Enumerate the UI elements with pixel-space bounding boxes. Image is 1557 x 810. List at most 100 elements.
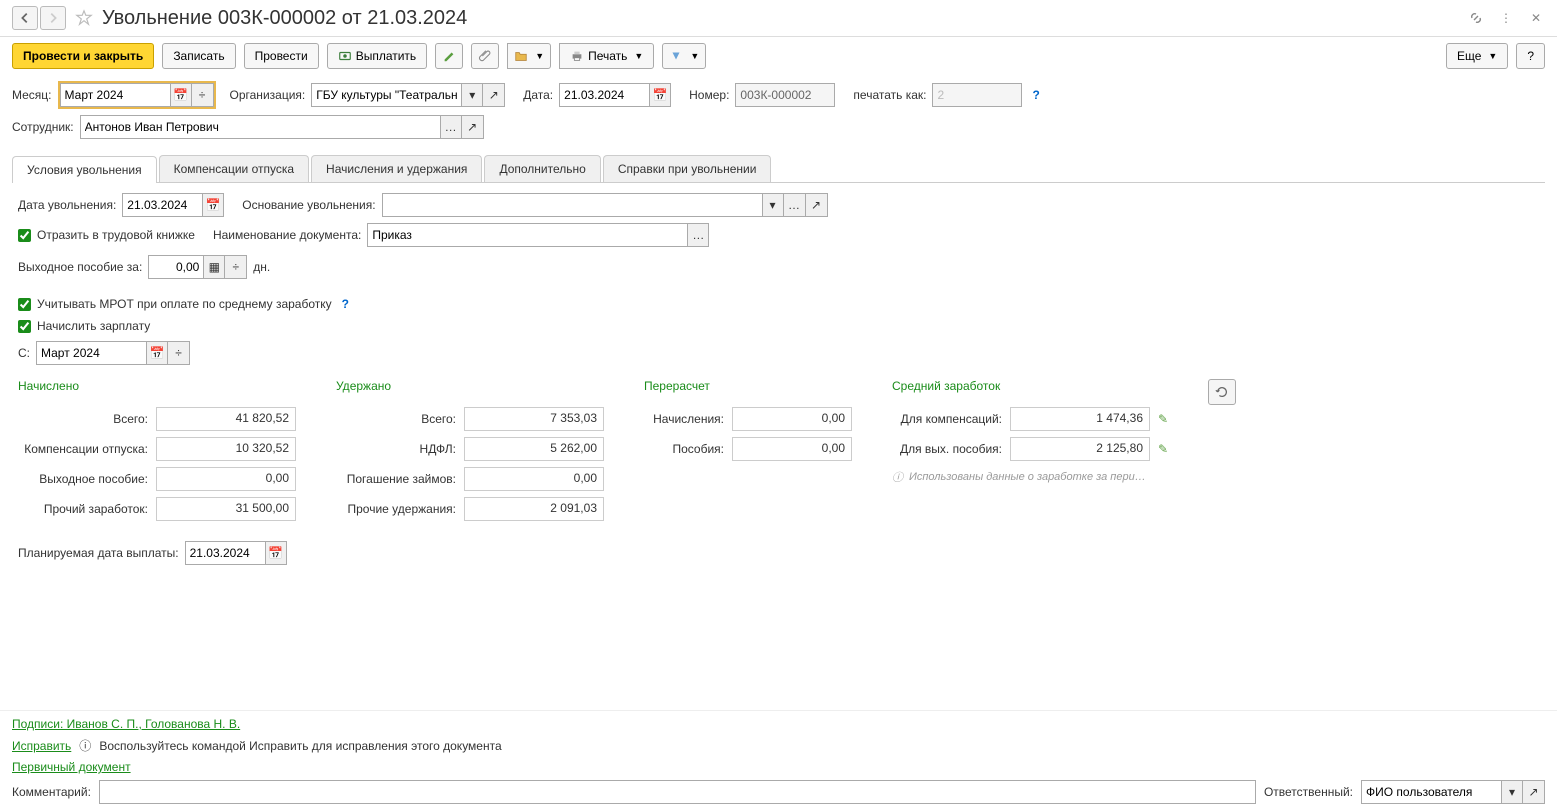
calc-icon[interactable]: ▦ bbox=[203, 255, 225, 279]
workbook-label: Отразить в трудовой книжке bbox=[37, 228, 195, 242]
comment-input[interactable] bbox=[99, 780, 1256, 804]
withheld-title: Удержано bbox=[336, 379, 604, 393]
help-button[interactable]: ? bbox=[1516, 43, 1545, 69]
number-input bbox=[735, 83, 835, 107]
dismissal-date-input[interactable] bbox=[122, 193, 202, 217]
signatures-link[interactable]: Подписи: Иванов С. П., Голованова Н. В. bbox=[12, 717, 240, 731]
info-icon: ⓘ bbox=[892, 469, 903, 485]
dismissal-date-label: Дата увольнения: bbox=[18, 198, 116, 212]
save-button[interactable]: Записать bbox=[162, 43, 235, 69]
open-icon[interactable]: ↗ bbox=[806, 193, 828, 217]
nav-forward-button[interactable] bbox=[40, 6, 66, 30]
calendar-icon[interactable]: 📅 bbox=[146, 341, 168, 365]
tab-conditions[interactable]: Условия увольнения bbox=[12, 156, 157, 183]
salary-checkbox[interactable] bbox=[18, 320, 31, 333]
recalc-section: Перерасчет Начисления:0,00 Пособия:0,00 bbox=[644, 379, 852, 467]
tabs: Условия увольнения Компенсации отпуска Н… bbox=[12, 155, 1545, 183]
org-input[interactable] bbox=[311, 83, 461, 107]
severance-input[interactable] bbox=[148, 255, 203, 279]
from-label: С: bbox=[18, 346, 30, 360]
close-icon[interactable]: ✕ bbox=[1527, 9, 1545, 27]
attach-icon-button[interactable] bbox=[471, 43, 499, 69]
calendar-icon[interactable]: 📅 bbox=[649, 83, 671, 107]
favorite-star-icon[interactable] bbox=[74, 8, 94, 28]
accrued-vacation[interactable]: 10 320,52 bbox=[156, 437, 296, 461]
tab-content: Дата увольнения: 📅 Основание увольнения:… bbox=[0, 183, 1557, 710]
withheld-other[interactable]: 2 091,03 bbox=[464, 497, 604, 521]
date-label: Дата: bbox=[523, 88, 553, 102]
print-as-input[interactable] bbox=[932, 83, 1022, 107]
employee-input[interactable] bbox=[80, 115, 440, 139]
spinner-icon[interactable]: ÷ bbox=[225, 255, 247, 279]
tab-vacation-comp[interactable]: Компенсации отпуска bbox=[159, 155, 309, 182]
withheld-total[interactable]: 7 353,03 bbox=[464, 407, 604, 431]
average-title: Средний заработок bbox=[892, 379, 1168, 393]
post-button[interactable]: Провести bbox=[244, 43, 319, 69]
pay-button[interactable]: Выплатить bbox=[327, 43, 428, 69]
withheld-loans[interactable]: 0,00 bbox=[464, 467, 604, 491]
action-icon-button[interactable]: ▼ bbox=[662, 43, 706, 69]
open-icon[interactable]: ↗ bbox=[483, 83, 505, 107]
ellipsis-icon[interactable]: … bbox=[440, 115, 462, 139]
open-icon[interactable]: ↗ bbox=[462, 115, 484, 139]
dropdown-icon[interactable]: ▾ bbox=[461, 83, 483, 107]
refresh-button[interactable] bbox=[1208, 379, 1236, 405]
ellipsis-icon[interactable]: … bbox=[687, 223, 709, 247]
month-input[interactable] bbox=[60, 83, 170, 107]
folder-icon-button[interactable]: ▼ bbox=[507, 43, 551, 69]
recalc-accruals[interactable]: 0,00 bbox=[732, 407, 852, 431]
more-button[interactable]: Еще▼ bbox=[1446, 43, 1508, 69]
edit-green-icon-button[interactable] bbox=[435, 43, 463, 69]
dismissal-reason-input[interactable] bbox=[382, 193, 762, 217]
nav-back-button[interactable] bbox=[12, 6, 38, 30]
help-icon[interactable]: ? bbox=[1032, 88, 1039, 102]
average-sev[interactable]: 2 125,80 bbox=[1010, 437, 1150, 461]
calendar-icon[interactable]: 📅 bbox=[170, 83, 192, 107]
accrued-total[interactable]: 41 820,52 bbox=[156, 407, 296, 431]
calendar-icon[interactable]: 📅 bbox=[202, 193, 224, 217]
doc-name-label: Наименование документа: bbox=[213, 228, 361, 242]
org-label: Организация: bbox=[230, 88, 306, 102]
accrued-other[interactable]: 31 500,00 bbox=[156, 497, 296, 521]
info-text: Использованы данные о заработке за пери… bbox=[909, 471, 1146, 483]
recalc-benefits[interactable]: 0,00 bbox=[732, 437, 852, 461]
tab-additional[interactable]: Дополнительно bbox=[484, 155, 600, 182]
primary-doc-link[interactable]: Первичный документ bbox=[12, 760, 131, 774]
help-icon[interactable]: ? bbox=[342, 297, 349, 311]
link-icon[interactable] bbox=[1467, 9, 1485, 27]
withheld-section: Удержано Всего:7 353,03 НДФЛ:5 262,00 По… bbox=[336, 379, 604, 527]
accrued-severance[interactable]: 0,00 bbox=[156, 467, 296, 491]
average-comp[interactable]: 1 474,36 bbox=[1010, 407, 1150, 431]
pencil-icon[interactable]: ✎ bbox=[1158, 412, 1168, 426]
from-input[interactable] bbox=[36, 341, 146, 365]
fix-link[interactable]: Исправить bbox=[12, 739, 71, 753]
employee-label: Сотрудник: bbox=[12, 120, 74, 134]
salary-label: Начислить зарплату bbox=[37, 319, 150, 333]
workbook-checkbox[interactable] bbox=[18, 229, 31, 242]
dropdown-icon[interactable]: ▾ bbox=[762, 193, 784, 217]
withheld-ndfl[interactable]: 5 262,00 bbox=[464, 437, 604, 461]
dropdown-icon[interactable]: ▾ bbox=[1501, 780, 1523, 804]
toolbar: Провести и закрыть Записать Провести Вып… bbox=[0, 37, 1557, 75]
info-icon: ⓘ bbox=[79, 737, 91, 754]
mrot-label: Учитывать МРОТ при оплате по среднему за… bbox=[37, 297, 332, 311]
print-as-label: печатать как: bbox=[853, 88, 926, 102]
post-and-close-button[interactable]: Провести и закрыть bbox=[12, 43, 154, 69]
open-icon[interactable]: ↗ bbox=[1523, 780, 1545, 804]
planned-pay-input[interactable] bbox=[185, 541, 265, 565]
responsible-input[interactable] bbox=[1361, 780, 1501, 804]
spinner-icon[interactable]: ÷ bbox=[168, 341, 190, 365]
responsible-label: Ответственный: bbox=[1264, 785, 1353, 799]
pencil-icon[interactable]: ✎ bbox=[1158, 442, 1168, 456]
spinner-icon[interactable]: ÷ bbox=[192, 83, 214, 107]
tab-certificates[interactable]: Справки при увольнении bbox=[603, 155, 772, 182]
menu-dots-icon[interactable]: ⋮ bbox=[1497, 9, 1515, 27]
print-button[interactable]: Печать▼ bbox=[559, 43, 654, 69]
accrued-title: Начислено bbox=[18, 379, 296, 393]
mrot-checkbox[interactable] bbox=[18, 298, 31, 311]
date-input[interactable] bbox=[559, 83, 649, 107]
calendar-icon[interactable]: 📅 bbox=[265, 541, 287, 565]
tab-accruals[interactable]: Начисления и удержания bbox=[311, 155, 482, 182]
ellipsis-icon[interactable]: … bbox=[784, 193, 806, 217]
doc-name-input[interactable] bbox=[367, 223, 687, 247]
